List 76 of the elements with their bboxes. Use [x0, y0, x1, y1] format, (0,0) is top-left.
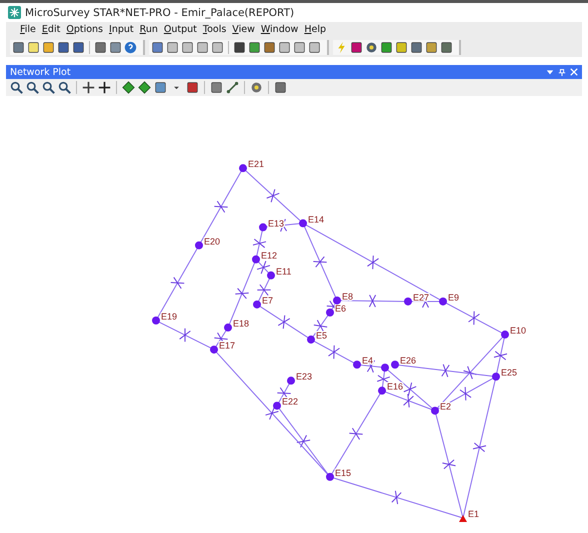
station-label: E22 — [282, 396, 298, 407]
station-label: E10 — [510, 326, 526, 336]
menu-item[interactable]: Options — [66, 24, 103, 35]
station-label: E15 — [335, 468, 351, 478]
help-icon[interactable] — [124, 40, 137, 54]
circles-icon[interactable] — [250, 81, 263, 94]
station-label: E18 — [233, 318, 249, 329]
station-label: E14 — [308, 214, 324, 224]
pin-icon[interactable] — [558, 68, 566, 76]
station-label: E8 — [342, 291, 353, 302]
station-point — [353, 360, 361, 369]
station-point — [381, 364, 389, 372]
station-label: E4 — [362, 356, 373, 366]
station-label: E6 — [335, 303, 346, 314]
station-point — [439, 297, 447, 306]
diamond-icon[interactable] — [138, 81, 151, 94]
station-label: E1 — [468, 508, 479, 519]
station-label: E26 — [400, 356, 416, 366]
station-point — [404, 297, 412, 306]
station-point — [210, 346, 218, 354]
station-label: E9 — [448, 292, 459, 302]
crosshair-icon[interactable] — [98, 81, 111, 94]
station-point — [492, 372, 500, 381]
menu-item[interactable]: View — [232, 24, 255, 35]
station-point — [224, 324, 232, 332]
station-point — [267, 271, 275, 280]
menu-item[interactable]: File — [20, 24, 36, 35]
station-point — [252, 255, 260, 264]
station-point — [307, 336, 315, 344]
zoom-out-icon[interactable] — [26, 81, 39, 94]
station-point — [391, 360, 399, 369]
station-point — [378, 386, 386, 395]
station-label: E25 — [501, 368, 517, 378]
station-point — [287, 376, 295, 385]
station-point — [239, 164, 247, 172]
zoom-window-icon[interactable] — [58, 81, 71, 94]
zoom-in-icon[interactable] — [10, 81, 23, 94]
dropdown-icon[interactable] — [546, 68, 554, 76]
menu-item[interactable]: Window — [260, 24, 298, 35]
control-point-icon — [459, 514, 467, 522]
station-label: E11 — [276, 266, 292, 276]
station-label: E23 — [296, 372, 312, 382]
station-point — [195, 241, 203, 250]
station-point — [431, 406, 439, 415]
menu-item[interactable]: Help — [304, 24, 326, 35]
station-label: E16 — [387, 382, 403, 392]
station-point — [273, 402, 281, 410]
segment-icon[interactable] — [226, 81, 239, 94]
station-point — [299, 219, 307, 228]
station-point — [253, 300, 261, 308]
menu-item[interactable]: Run — [140, 24, 158, 35]
station-label: E12 — [261, 250, 277, 260]
station-point — [259, 223, 267, 232]
station-label: E5 — [316, 330, 327, 341]
station-label: E17 — [219, 340, 235, 351]
station-point — [326, 308, 334, 316]
app-icon — [8, 6, 21, 19]
zoom-fit-icon[interactable] — [42, 81, 55, 94]
station-point — [333, 296, 341, 304]
menu-item[interactable]: Input — [109, 24, 134, 35]
station-label: E21 — [248, 159, 264, 170]
station-point — [152, 316, 160, 325]
station-point — [326, 472, 334, 481]
diamond-icon[interactable] — [122, 81, 135, 94]
menu-item[interactable]: Output — [164, 24, 197, 35]
station-point — [501, 330, 509, 339]
close-icon[interactable] — [570, 68, 578, 76]
station-label: E19 — [161, 312, 177, 322]
menu-item[interactable]: Edit — [42, 24, 60, 35]
window-title: MicroSurvey STAR*NET-PRO - Emir_Palace(REPORT) — [25, 6, 294, 18]
gear-icon[interactable] — [365, 40, 378, 54]
menu-item[interactable]: Tools — [202, 24, 226, 35]
station-label: E7 — [262, 295, 273, 306]
pan-icon[interactable] — [82, 81, 95, 94]
station-label: E20 — [204, 236, 220, 246]
panel-title: Network Plot — [10, 66, 71, 78]
